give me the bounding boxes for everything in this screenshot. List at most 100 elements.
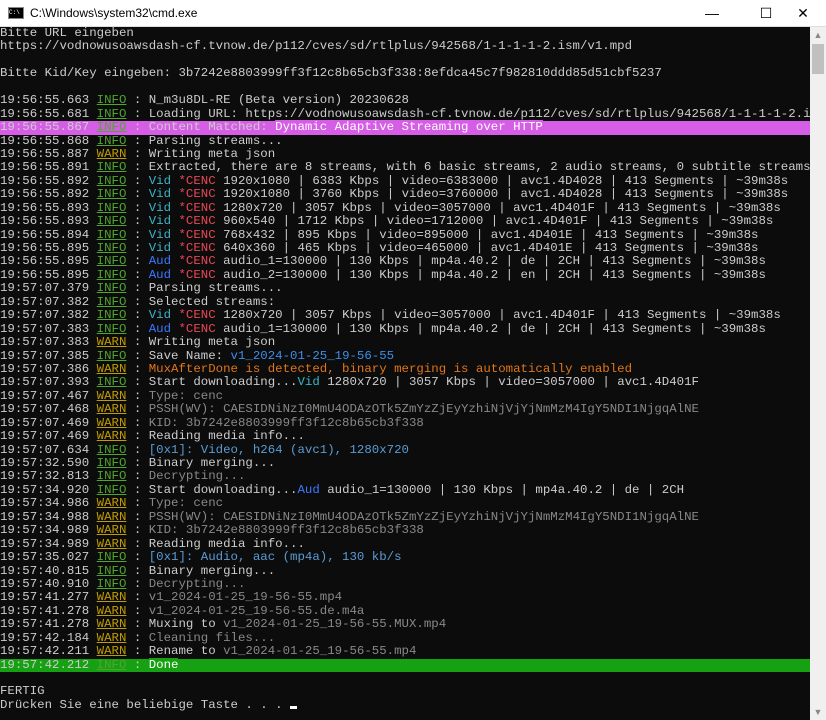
log-timestamp: 19:57:07.393 <box>0 375 90 390</box>
log-level-badge: WARN <box>96 536 127 551</box>
log-message-segment: Aud <box>148 254 179 269</box>
log-line: 19:57:41.277 WARN : v1_2024-01-25_19-56-… <box>0 591 810 604</box>
log-timestamp: 19:57:07.634 <box>0 442 90 457</box>
log-message-segment: Content Matched: <box>148 120 276 135</box>
log-timestamp: 19:57:41.278 <box>0 603 90 618</box>
log-level-badge: INFO <box>96 200 127 215</box>
log-message-segment: Binary merging... <box>148 456 276 470</box>
console-text: FERTIG <box>0 684 45 699</box>
log-level-badge: WARN <box>96 415 127 430</box>
log-message-segment: 1280x720 | 3057 Kbps | video=3057000 | a… <box>327 375 699 390</box>
console-output[interactable]: Bitte URL eingeben https://vodnowusoawsda… <box>0 27 810 720</box>
log-separator: : <box>126 657 149 672</box>
log-line: 19:57:07.469 WARN : KID: 3b7242e8803999f… <box>0 415 810 430</box>
console-text: Drücken Sie eine beliebige Taste . . . <box>0 697 290 712</box>
log-timestamp: 19:57:40.815 <box>0 563 90 578</box>
log-line: 19:56:55.893 INFO : Vid *CENC 1280x720 |… <box>0 200 810 215</box>
log-timestamp: 19:57:42.184 <box>0 630 90 645</box>
log-separator: : <box>126 200 149 215</box>
log-level-badge: INFO <box>96 214 127 229</box>
log-message-segment: Selected streams: <box>148 294 276 309</box>
log-level-badge: INFO <box>96 187 127 202</box>
log-timestamp: 19:57:07.382 <box>0 308 90 323</box>
log-timestamp: 19:57:35.027 <box>0 550 90 565</box>
log-level-badge: INFO <box>96 254 127 269</box>
log-level-badge: WARN <box>96 146 127 161</box>
log-level-badge: INFO <box>96 241 127 255</box>
log-line: 19:56:55.663 INFO : N_m3u8DL-RE (Beta ve… <box>0 93 810 107</box>
log-message-segment: v1_2024-01-25_19-56-55.MUX.mp4 <box>223 617 447 632</box>
log-timestamp: 19:57:42.212 <box>0 657 90 672</box>
log-message-segment: Vid <box>148 200 179 215</box>
log-message-segment: Parsing streams... <box>148 133 283 148</box>
log-level-badge: INFO <box>96 281 127 296</box>
log-message-segment: 1280x720 | 3057 Kbps | video=3057000 | a… <box>223 200 781 215</box>
log-separator: : <box>126 133 149 148</box>
log-timestamp: 19:57:07.468 <box>0 402 90 417</box>
log-message-segment: Reading media info... <box>148 429 305 444</box>
log-level-badge: INFO <box>96 308 127 323</box>
log-timestamp: 19:57:34.986 <box>0 496 90 511</box>
log-message-segment: *CENC <box>178 308 224 323</box>
log-message-segment: 960x540 | 1712 Kbps | video=1712000 | av… <box>223 214 774 229</box>
log-level-badge: WARN <box>96 496 127 511</box>
log-separator: : <box>126 160 149 175</box>
log-message-segment: Type: cenc <box>148 388 224 403</box>
log-level-badge: INFO <box>96 469 127 484</box>
close-button[interactable]: ✕ <box>780 0 826 26</box>
log-level-badge: WARN <box>96 361 127 376</box>
log-separator: : <box>126 120 149 135</box>
log-level-badge: WARN <box>96 603 127 618</box>
scroll-up-arrow-icon[interactable]: ▲ <box>810 27 826 43</box>
scrollbar-thumb[interactable] <box>812 44 824 74</box>
log-level-badge: WARN <box>96 402 127 417</box>
log-level-badge: INFO <box>96 294 127 309</box>
log-timestamp: 19:56:55.892 <box>0 187 90 202</box>
log-separator: : <box>126 402 149 417</box>
log-line: 19:57:42.184 WARN : Cleaning files... <box>0 630 810 645</box>
log-line: 19:57:41.278 WARN : Muxing to v1_2024-01… <box>0 618 810 631</box>
log-level-badge: WARN <box>96 335 127 350</box>
log-separator: : <box>126 469 149 484</box>
log-timestamp: 19:57:32.813 <box>0 469 90 484</box>
log-separator: : <box>126 348 149 363</box>
log-message-segment: *CENC <box>178 267 224 282</box>
log-timestamp: 19:57:34.989 <box>0 523 90 538</box>
log-line: 19:57:42.211 WARN : Rename to v1_2024-01… <box>0 644 810 658</box>
log-message-segment: Start downloading... <box>148 482 298 497</box>
minimize-button[interactable]: — <box>689 0 735 26</box>
log-separator: : <box>126 536 149 551</box>
log-separator: : <box>126 617 149 632</box>
log-message-segment: Done <box>148 657 179 672</box>
log-line: 19:57:07.469 WARN : Reading media info..… <box>0 429 810 444</box>
log-line: 19:56:55.892 INFO : Vid *CENC 1920x1080 … <box>0 174 810 188</box>
log-level-badge: INFO <box>96 576 127 591</box>
vertical-scrollbar[interactable]: ▲ ▼ <box>810 27 826 720</box>
log-timestamp: 19:56:55.895 <box>0 267 90 282</box>
console-line: Bitte URL eingeben <box>0 27 810 40</box>
log-level-badge: INFO <box>96 456 127 470</box>
log-line: 19:56:55.895 INFO : Aud *CENC audio_2=13… <box>0 267 810 282</box>
log-message-segment: Decrypting... <box>148 576 246 591</box>
log-message-segment: *CENC <box>178 187 224 202</box>
log-timestamp: 19:57:07.386 <box>0 361 90 376</box>
console-line: https://vodnowusoawsdash-cf.tvnow.de/p11… <box>0 40 810 53</box>
log-message-segment: 768x432 | 895 Kbps | video=895000 | avc1… <box>223 227 759 242</box>
log-separator: : <box>126 146 149 161</box>
log-separator: : <box>126 456 149 470</box>
scroll-down-arrow-icon[interactable]: ▼ <box>810 704 826 720</box>
log-line: 19:57:41.278 WARN : v1_2024-01-25_19-56-… <box>0 603 810 618</box>
log-level-badge: INFO <box>96 482 127 497</box>
log-message-segment: Cleaning files... <box>148 630 276 645</box>
log-line: 19:57:07.468 WARN : PSSH(WV): CAESIDNiNz… <box>0 403 810 416</box>
console-line: Drücken Sie eine beliebige Taste . . . <box>0 697 810 712</box>
log-message-segment: Start downloading... <box>148 375 298 390</box>
log-message-segment: *CENC <box>178 241 224 255</box>
log-message-segment: Vid <box>297 375 328 390</box>
log-message-segment: Decrypting... <box>148 469 246 484</box>
log-message-segment: audio_1=130000 | 130 Kbps | mp4a.40.2 | … <box>223 321 766 336</box>
log-separator: : <box>126 241 149 255</box>
log-line: 19:57:07.382 INFO : Vid *CENC 1280x720 |… <box>0 308 810 323</box>
